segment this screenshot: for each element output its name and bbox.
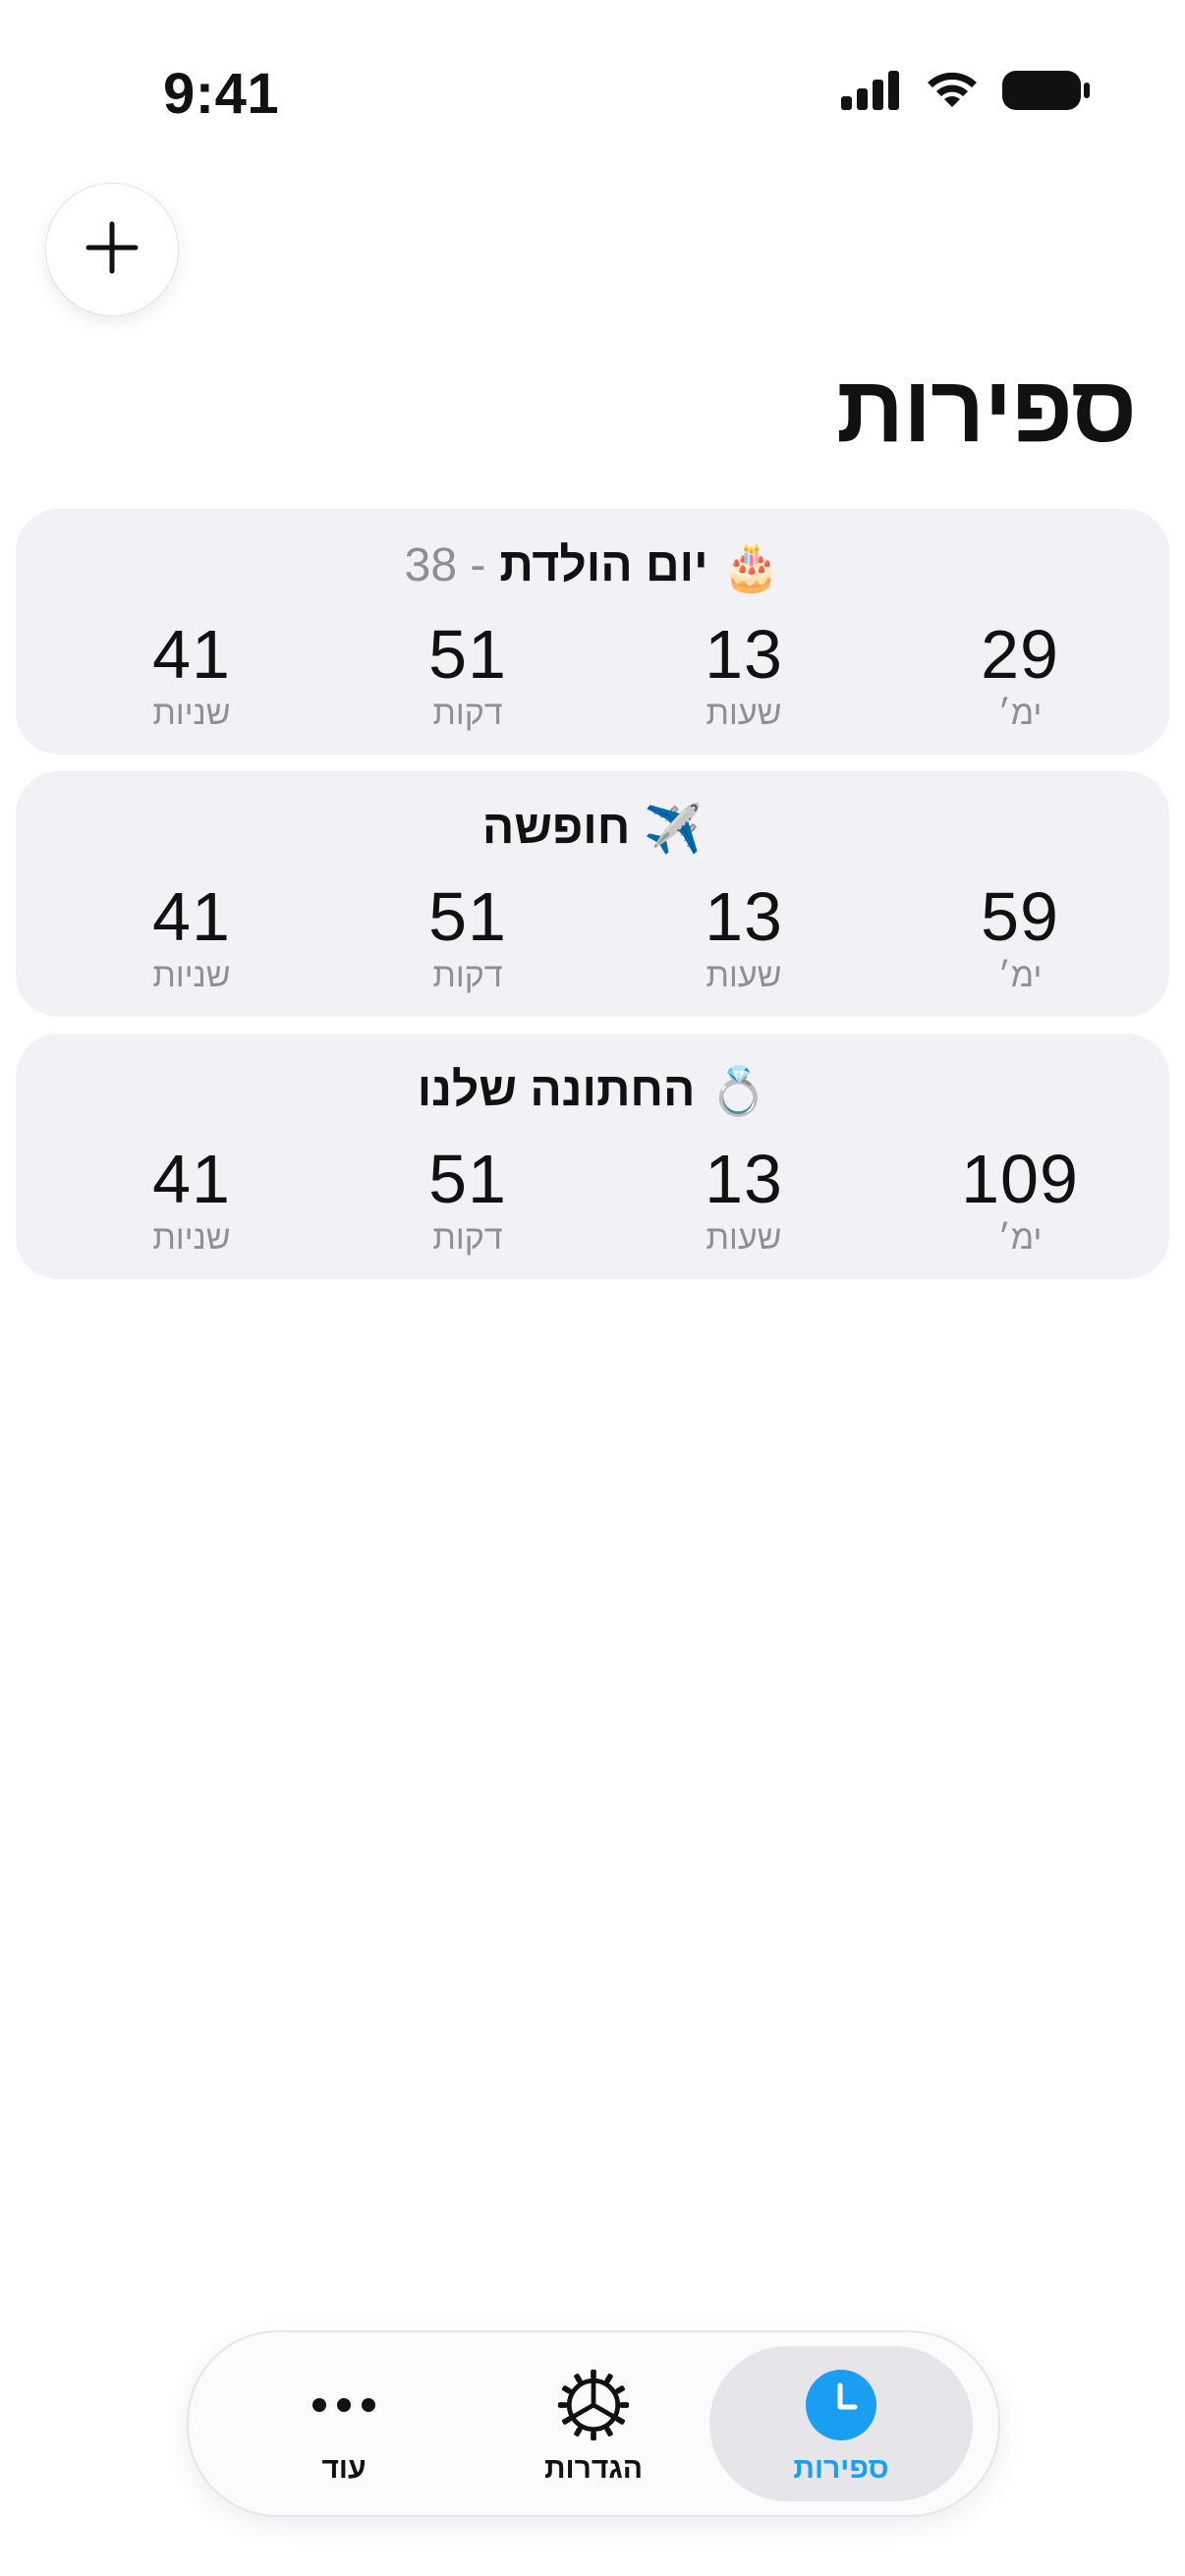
unit-minutes: 51 דקות (369, 1140, 566, 1258)
unit-days: 29 ימ׳ (922, 615, 1118, 733)
unit-value: 41 (152, 616, 231, 693)
unit-label: דקות (432, 1219, 503, 1257)
unit-value: 41 (152, 1141, 231, 1217)
unit-hours: 13 שעות (646, 615, 842, 733)
plus-icon (85, 220, 140, 280)
card-title-row: 🎂יום הולדת- 38 (16, 534, 1169, 597)
cellular-signal-icon (841, 71, 902, 115)
card-title: יום הולדת (499, 539, 708, 591)
counter-card-wedding[interactable]: 💍החתונה שלנו 41 שניות 51 דקות 13 שעות 10… (16, 1034, 1169, 1279)
unit-value: 13 (705, 616, 783, 693)
unit-value: 13 (705, 1141, 783, 1217)
birthday-cake-icon: 🎂 (721, 541, 781, 594)
unit-days: 109 ימ׳ (922, 1140, 1118, 1258)
countdown-units: 41 שניות 51 דקות 13 שעות 109 ימ׳ (16, 1140, 1169, 1267)
tab-counters[interactable]: ספירות (709, 2346, 973, 2501)
unit-value: 51 (428, 878, 507, 955)
counter-card-vacation[interactable]: ✈️חופשה 41 שניות 51 דקות 13 שעות 59 ימ׳ (16, 771, 1169, 1017)
unit-label: שעות (705, 1219, 782, 1257)
more-dots-icon (307, 2368, 381, 2442)
status-icons (841, 69, 1091, 117)
unit-minutes: 51 דקות (369, 615, 566, 733)
unit-minutes: 51 דקות (369, 877, 566, 995)
airplane-icon: ✈️ (644, 804, 704, 857)
tab-settings[interactable]: הגדרות (462, 2346, 725, 2501)
unit-years: 41 שניות (93, 615, 290, 733)
unit-value: 51 (428, 616, 507, 693)
unit-hours: 13 שעות (646, 877, 842, 995)
unit-value: 29 (981, 616, 1059, 693)
unit-label: שניות (152, 695, 231, 732)
unit-label: שניות (152, 1219, 231, 1257)
card-title-row: ✈️חופשה (16, 797, 1169, 860)
tab-label: עוד (321, 2452, 367, 2485)
unit-label: ימ׳ (997, 957, 1043, 994)
unit-years: 41 שניות (93, 1140, 290, 1258)
countdown-units: 41 שניות 51 דקות 13 שעות 59 ימ׳ (16, 877, 1169, 1005)
tab-more[interactable]: עוד (212, 2346, 476, 2501)
app-screen: 9:41 ספירות 🎂יום הולדת- 38 41 שניות 51 ד… (0, 0, 1185, 2576)
card-title: החתונה שלנו (417, 1064, 696, 1116)
add-counter-button[interactable] (45, 183, 179, 316)
unit-label: שניות (152, 957, 231, 994)
card-title-row: 💍החתונה שלנו (16, 1059, 1169, 1122)
unit-label: שעות (705, 695, 782, 732)
tab-label: הגדרות (544, 2452, 643, 2485)
unit-label: דקות (432, 957, 503, 994)
tab-label: ספירות (793, 2452, 889, 2485)
card-title: חופשה (481, 802, 631, 854)
counter-card-birthday[interactable]: 🎂יום הולדת- 38 41 שניות 51 דקות 13 שעות … (16, 509, 1169, 755)
clock-icon (804, 2368, 878, 2442)
status-time: 9:41 (163, 62, 280, 126)
battery-icon (1002, 69, 1091, 117)
status-bar: 9:41 (0, 0, 1185, 187)
tab-bar: עוד הגדרות ספירות (187, 2330, 1000, 2517)
unit-value: 41 (152, 878, 231, 955)
unit-value: 109 (961, 1141, 1079, 1217)
page-title: ספירות (836, 357, 1137, 462)
counters-list: 🎂יום הולדת- 38 41 שניות 51 דקות 13 שעות … (16, 509, 1169, 1296)
unit-label: ימ׳ (997, 695, 1043, 732)
unit-value: 59 (981, 878, 1059, 955)
unit-days: 59 ימ׳ (922, 877, 1118, 995)
wifi-icon (924, 70, 981, 116)
unit-label: ימ׳ (997, 1219, 1043, 1257)
unit-years: 41 שניות (93, 877, 290, 995)
card-subtitle: - 38 (404, 539, 486, 591)
gear-icon (556, 2368, 631, 2442)
ring-icon: 💍 (708, 1066, 768, 1119)
unit-label: שעות (705, 957, 782, 994)
countdown-units: 41 שניות 51 דקות 13 שעות 29 ימ׳ (16, 615, 1169, 743)
unit-hours: 13 שעות (646, 1140, 842, 1258)
unit-label: דקות (432, 695, 503, 732)
unit-value: 51 (428, 1141, 507, 1217)
unit-value: 13 (705, 878, 783, 955)
